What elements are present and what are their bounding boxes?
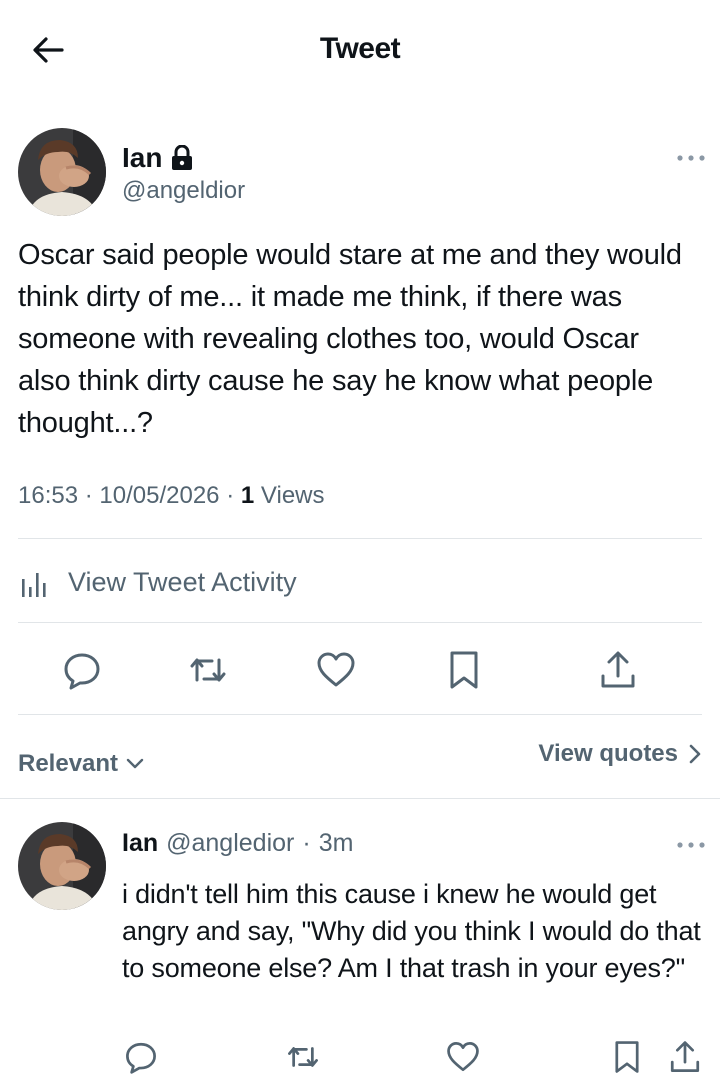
- author-name[interactable]: Ian: [122, 142, 194, 174]
- reply-avatar[interactable]: [18, 822, 106, 910]
- analytics-icon: [22, 573, 46, 597]
- sort-label: Relevant: [18, 750, 119, 777]
- view-tweet-activity-button[interactable]: View Tweet Activity: [18, 562, 297, 602]
- chevron-down-icon: [126, 758, 144, 769]
- retweet-icon: [288, 1047, 318, 1067]
- top-bar: Tweet: [0, 0, 720, 100]
- reply-icon: [126, 1042, 156, 1074]
- reply-button[interactable]: [62, 650, 102, 690]
- like-icon: [317, 652, 355, 687]
- reply-icon: [64, 653, 100, 690]
- share-icon: [670, 1041, 700, 1072]
- reply-author-name[interactable]: Ian: [122, 829, 158, 858]
- page-title: Tweet: [319, 32, 401, 65]
- share-button[interactable]: [598, 650, 638, 690]
- bookmark-icon: [450, 651, 478, 689]
- reply-separator: ·: [302, 829, 311, 857]
- reply-reply-button[interactable]: [124, 1040, 158, 1074]
- reply-author-handle[interactable]: @angledior: [166, 829, 294, 858]
- like-button[interactable]: [316, 650, 356, 690]
- meta-separator: ·: [226, 482, 235, 509]
- tweet-meta: 16:53 · 10/05/2026 · 1 Views: [18, 482, 325, 510]
- share-icon: [601, 651, 635, 688]
- reply-header: Ian @angledior · 3m: [122, 829, 353, 858]
- reply-text: i didn't tell him this cause i knew he w…: [122, 879, 701, 983]
- view-quotes-label: View quotes: [538, 740, 678, 767]
- views-count: 1: [240, 482, 255, 509]
- avatar[interactable]: [18, 128, 106, 216]
- divider: [0, 798, 720, 799]
- reply-bookmark-button[interactable]: [610, 1040, 644, 1074]
- author-display-name: Ian: [122, 142, 163, 173]
- activity-label: View Tweet Activity: [68, 566, 297, 597]
- tweet-text: Oscar said people would stare at me and …: [18, 239, 682, 439]
- lock-icon: [172, 145, 193, 170]
- retweet-button[interactable]: [188, 650, 228, 690]
- bookmark-icon: [615, 1041, 639, 1073]
- sort-dropdown[interactable]: Relevant: [18, 750, 146, 778]
- author-handle[interactable]: @angeldior: [122, 177, 245, 205]
- meta-separator: ·: [84, 482, 93, 509]
- divider: [18, 622, 702, 623]
- tweet-time[interactable]: 16:53: [18, 482, 78, 509]
- tweet-date[interactable]: 10/05/2026: [99, 482, 219, 509]
- reply-retweet-button[interactable]: [286, 1040, 320, 1074]
- more-options-icon[interactable]: [676, 153, 706, 163]
- reply-share-button[interactable]: [668, 1040, 702, 1074]
- like-icon: [447, 1042, 479, 1072]
- view-quotes-link[interactable]: View quotes: [538, 740, 704, 768]
- bookmark-button[interactable]: [444, 650, 484, 690]
- divider: [18, 538, 702, 539]
- divider: [18, 714, 702, 715]
- reply-time[interactable]: 3m: [319, 829, 354, 858]
- chevron-right-icon: [689, 744, 701, 764]
- views-label: Views: [260, 482, 325, 509]
- retweet-icon: [190, 658, 226, 682]
- reply-like-button[interactable]: [446, 1040, 480, 1074]
- reply-more-options-icon[interactable]: [676, 840, 706, 850]
